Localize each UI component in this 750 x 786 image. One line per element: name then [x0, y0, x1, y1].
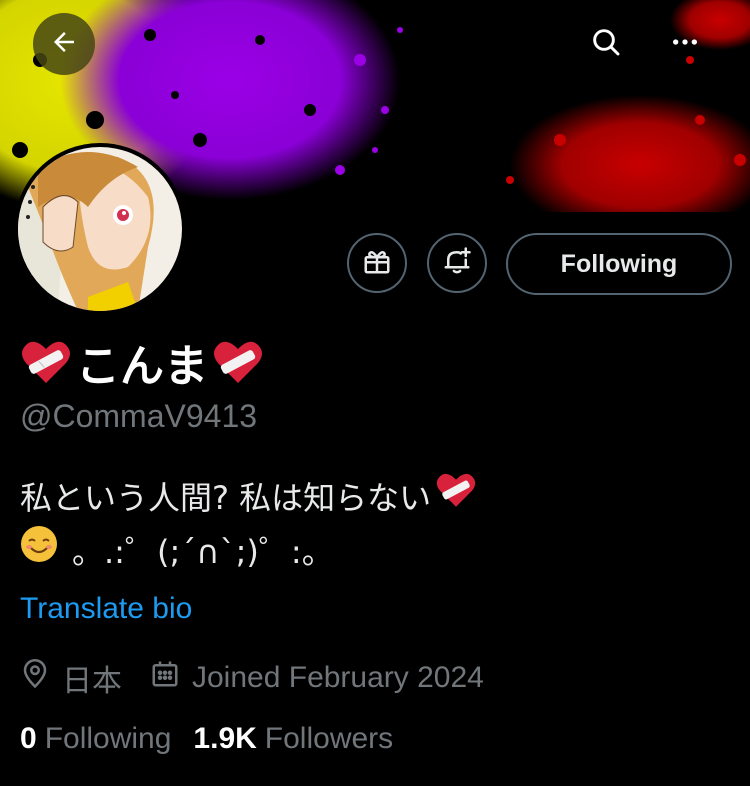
location-text: 日本	[62, 665, 122, 698]
avatar[interactable]	[14, 143, 186, 315]
profile-stats: 0 Following 1.9K Followers	[20, 722, 415, 756]
bio-line-2: 。.:゜(;´∩`;)゜:。	[72, 532, 334, 571]
mending-heart-icon	[20, 337, 72, 387]
join-date: Joined February 2024	[150, 659, 484, 697]
profile-bio: 私という人間? 私は知らない 。.:゜(;´∩`;)゜:。	[20, 470, 477, 578]
gift-icon	[362, 246, 392, 281]
join-date-text: Joined February 2024	[192, 661, 484, 694]
notifications-button[interactable]	[427, 233, 487, 293]
following-stat[interactable]: 0 Following	[20, 722, 171, 756]
following-count: 0	[20, 722, 37, 755]
followers-stat-label: Followers	[264, 722, 394, 755]
search-icon	[590, 26, 622, 63]
bio-line-1: 私という人間? 私は知らない	[20, 478, 432, 517]
search-button[interactable]	[582, 20, 630, 68]
gift-button[interactable]	[347, 233, 407, 293]
back-button[interactable]	[33, 13, 95, 75]
following-stat-label: Following	[44, 722, 172, 755]
followers-count: 1.9K	[193, 722, 257, 755]
profile-handle: @CommaV9413	[20, 398, 258, 434]
display-name: こんま	[20, 332, 264, 392]
display-name-text: こんま	[76, 341, 208, 392]
location: 日本	[20, 656, 122, 700]
location-pin-icon	[20, 659, 62, 697]
smiling-face-icon	[20, 525, 58, 578]
mending-heart-icon	[435, 470, 477, 525]
translate-bio-link[interactable]: Translate bio	[20, 592, 192, 626]
mending-heart-icon	[212, 337, 264, 387]
arrow-left-icon	[49, 27, 79, 62]
following-button[interactable]: Following	[506, 233, 732, 295]
more-button[interactable]	[661, 20, 709, 68]
followers-stat[interactable]: 1.9K Followers	[193, 722, 393, 756]
more-horizontal-icon	[669, 26, 701, 63]
calendar-icon	[150, 659, 192, 697]
bell-plus-icon	[442, 246, 472, 281]
profile-meta: 日本 Joined February 2024	[20, 656, 512, 700]
